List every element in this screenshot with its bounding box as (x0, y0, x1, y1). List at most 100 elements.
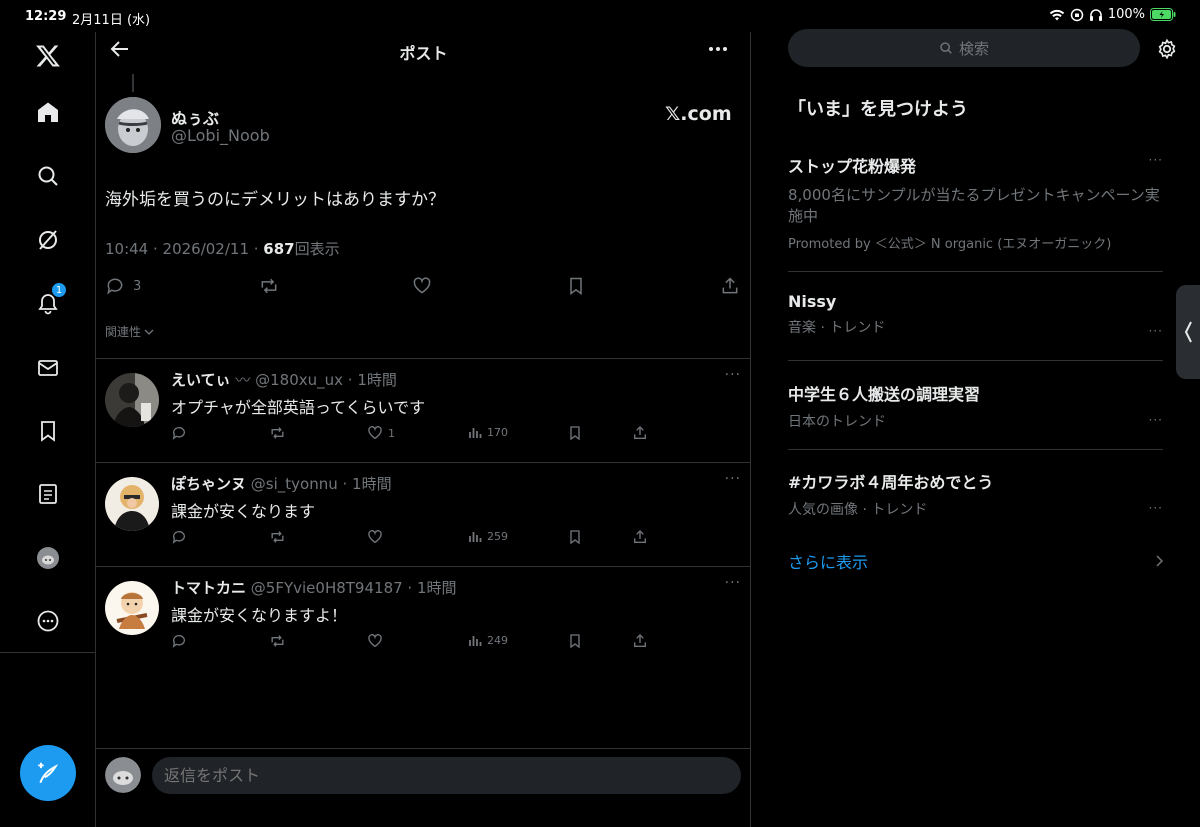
settings-gear-icon[interactable] (1156, 38, 1178, 60)
status-bar: 12:29 2月11日 (水) 100% (0, 0, 1200, 32)
bookmark-icon[interactable] (566, 276, 586, 296)
reply-input[interactable] (152, 757, 741, 794)
reply-author-name[interactable]: トマトカニ (171, 579, 246, 597)
views-action[interactable]: 249 (468, 633, 508, 647)
like-action[interactable] (367, 529, 383, 545)
view-count: 170 (487, 425, 508, 439)
reply-author-name[interactable]: えいてぃ (171, 371, 231, 389)
left-nav: 1 (0, 32, 96, 827)
reply-more-icon[interactable]: ··· (725, 575, 741, 591)
divider (96, 748, 751, 749)
home-icon[interactable] (30, 94, 66, 130)
search-icon[interactable] (30, 158, 66, 194)
lists-icon[interactable] (30, 476, 66, 512)
trend-more-icon[interactable]: ··· (1149, 501, 1163, 515)
views-action[interactable]: 170 (468, 425, 508, 439)
wifi-icon (1049, 9, 1065, 20)
reply-author-name[interactable]: ぽちゃンヌ (171, 475, 246, 493)
bookmark-action[interactable] (567, 529, 583, 545)
my-avatar[interactable] (105, 757, 141, 793)
show-more-link[interactable]: さらに表示 (788, 549, 1163, 573)
divider (788, 271, 1163, 272)
reply-avatar[interactable] (105, 581, 159, 635)
bookmark-action[interactable] (567, 425, 583, 441)
status-icons: 100% (1049, 7, 1176, 22)
divider (788, 360, 1163, 361)
post-text: 海外垢を買うのにデメリットはありますか？ (105, 190, 445, 210)
trend-more-icon[interactable]: ··· (1149, 153, 1163, 167)
share-action[interactable] (632, 425, 648, 441)
trend-item[interactable]: ストップ花粉爆発 8,000名にサンプルが当たるプレゼントキャンペーン実施中 P… (788, 153, 1163, 252)
compose-post-button[interactable] (20, 745, 76, 801)
share-icon (634, 634, 646, 647)
repost-icon (271, 427, 284, 439)
views-action[interactable]: 259 (468, 529, 508, 543)
post-view-count: 687 (263, 240, 295, 258)
reply-item[interactable]: ぽちゃンヌ @si_tyonnu · 1時間 ··· 課金が安くなります 259 (96, 463, 751, 567)
reply-avatar[interactable] (105, 477, 159, 531)
name-suffix: 〰 (235, 371, 251, 389)
like-action[interactable]: 1 (367, 425, 395, 441)
reply-header: えいてぃ 〰 @180xu_ux · 1時間 (171, 369, 397, 390)
like-heart-icon[interactable] (412, 276, 432, 296)
reply-handle-time[interactable]: @5FYvie0H8T94187 · 1時間 (251, 579, 457, 597)
share-action[interactable] (632, 529, 648, 545)
messages-envelope-icon[interactable] (30, 350, 66, 386)
reply-text: 課金が安くなります (171, 502, 316, 521)
notifications-bell-icon[interactable]: 1 (30, 282, 67, 322)
repost-icon[interactable] (258, 276, 280, 296)
reply-item[interactable]: えいてぃ 〰 @180xu_ux · 1時間 ··· オプチャが全部英語ってくら… (96, 359, 751, 463)
repost-icon (271, 635, 284, 647)
share-icon (634, 530, 646, 543)
bookmarks-icon[interactable] (30, 413, 66, 449)
repost-action[interactable] (269, 633, 286, 649)
reply-item[interactable]: トマトカニ @5FYvie0H8T94187 · 1時間 ··· 課金が安くなり… (96, 567, 751, 671)
share-icon[interactable] (720, 276, 740, 296)
trend-title: ストップ花粉爆発 (788, 157, 917, 176)
reply-more-icon[interactable]: ··· (725, 471, 741, 487)
repost-action[interactable] (269, 425, 286, 441)
sort-dropdown[interactable]: 関連性 (105, 323, 154, 340)
trend-item[interactable]: Nissy 音楽 · トレンド ··· (788, 292, 1163, 338)
bookmark-icon (570, 426, 580, 441)
thread-line (132, 74, 134, 92)
search-field[interactable]: 検索 (788, 29, 1140, 67)
reply-handle-time[interactable]: @si_tyonnu · 1時間 (251, 475, 392, 493)
sort-label: 関連性 (105, 325, 142, 339)
status-date: 2月11日 (水) (72, 13, 151, 28)
author-avatar[interactable] (105, 97, 161, 153)
reply-action[interactable] (171, 633, 187, 649)
reply-more-icon[interactable]: ··· (725, 367, 741, 383)
trend-more-icon[interactable]: ··· (1149, 324, 1163, 338)
profile-avatar-icon[interactable] (30, 540, 66, 576)
x-logo-icon[interactable] (30, 38, 66, 74)
reply-handle-time[interactable]: @180xu_ux · 1時間 (255, 371, 397, 389)
trend-meta: Promoted by ＜公式＞ N organic (エヌオーガニック) (788, 237, 1112, 252)
trend-item[interactable]: #カワラボ４周年おめでとう 人気の画像 · トレンド ··· (788, 469, 1163, 519)
reply-action[interactable] (171, 425, 187, 441)
post-detail-column: ポスト ぬぅぶ @Lobi_Noob 𝕏.com 海外垢を買うのにデメリットはあ… (96, 32, 751, 827)
reply-action[interactable] (171, 529, 187, 545)
more-options-icon[interactable] (30, 603, 66, 639)
trend-more-icon[interactable]: ··· (1149, 413, 1163, 427)
grok-icon[interactable] (30, 222, 66, 258)
reply-action[interactable]: 3 (105, 276, 141, 296)
side-panel-handle[interactable] (1176, 285, 1200, 379)
views-bar-chart-icon (469, 636, 482, 646)
trend-item[interactable]: 中学生６人搬送の調理実習 日本のトレンド ··· (788, 381, 1163, 431)
divider (788, 449, 1163, 450)
repost-action[interactable] (269, 529, 286, 545)
right-sidebar: 検索 「いま」を見つけよう ストップ花粉爆発 8,000名にサンプルが当たるプレ… (751, 29, 1200, 827)
reply-bubble-icon (107, 278, 123, 295)
author-handle[interactable]: @Lobi_Noob (171, 126, 270, 145)
share-icon (634, 426, 646, 439)
source-label[interactable]: 𝕏.com (665, 103, 732, 125)
bookmark-action[interactable] (567, 633, 583, 649)
like-action[interactable] (367, 633, 383, 649)
reply-bubble-icon (172, 635, 185, 648)
post-timestamp: 10:44 · 2026/02/11 · (105, 240, 264, 258)
reply-avatar[interactable] (105, 373, 159, 427)
more-horizontal-icon[interactable] (706, 40, 730, 58)
trend-title: #カワラボ４周年おめでとう (788, 473, 994, 492)
share-action[interactable] (632, 633, 648, 649)
